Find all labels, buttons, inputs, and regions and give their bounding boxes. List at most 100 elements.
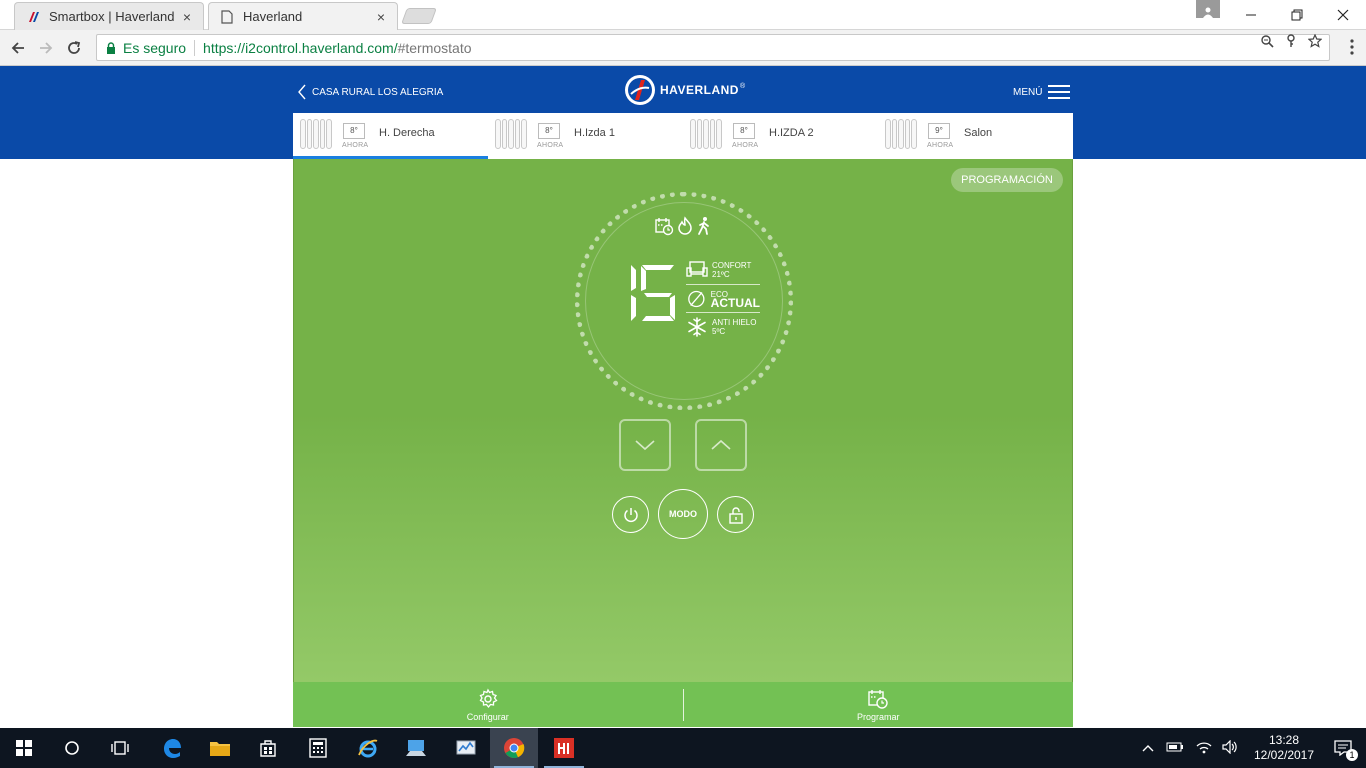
taskbar-clock[interactable]: 13:28 12/02/2017: [1248, 733, 1320, 763]
power-icon: [623, 507, 638, 522]
gear-icon: [479, 688, 498, 708]
wifi-icon[interactable]: [1196, 740, 1212, 757]
device-now-label: AHORA: [927, 142, 954, 149]
chevron-up-icon: [711, 439, 731, 450]
back-arrow-icon[interactable]: [6, 36, 30, 60]
tab-close-icon[interactable]: ×: [373, 9, 389, 25]
flame-icon: [678, 216, 692, 235]
restore-icon[interactable]: [1274, 0, 1320, 30]
antihielo-label: ANTI HIELO: [712, 317, 757, 327]
window-controls: [1228, 0, 1366, 30]
action-center-button[interactable]: 1: [1320, 728, 1366, 768]
browser-tab-haverland[interactable]: Haverland ×: [208, 2, 398, 30]
sofa-icon: [686, 261, 708, 277]
mode-eco[interactable]: ECO ACTUAL: [686, 284, 760, 312]
radiator-icon: [885, 119, 917, 149]
device-tab-h-derecha[interactable]: 8° AHORA H. Derecha: [293, 113, 488, 159]
mode-button-label: MODO: [669, 509, 697, 519]
mode-confort[interactable]: CONFORT 21ºC: [686, 256, 760, 284]
haverland-logo[interactable]: HAVERLAND ®: [624, 74, 745, 106]
clock-date: 12/02/2017: [1253, 748, 1315, 762]
browser-tab-smartbox[interactable]: Smartbox | Haverland ×: [14, 2, 204, 30]
profile-user-icon[interactable]: [1196, 0, 1220, 18]
remote-desktop-icon[interactable]: [392, 728, 440, 768]
lock-button[interactable]: [717, 496, 754, 533]
program-button[interactable]: Programar: [684, 682, 1074, 727]
configure-label: Configurar: [466, 711, 509, 722]
brand-name: HAVERLAND: [660, 83, 739, 97]
secure-label: Es seguro: [123, 39, 187, 56]
programming-button[interactable]: PROGRAMACIÓN: [951, 168, 1063, 192]
show-hidden-icons-chevron-icon[interactable]: [1142, 741, 1154, 755]
radiator-icon: [495, 119, 527, 149]
brand-registered-mark: ®: [739, 82, 746, 90]
haverland-favicon-icon: [25, 9, 41, 25]
device-tab-salon[interactable]: 9° AHORA Salon: [878, 113, 1073, 159]
task-view-icon[interactable]: [96, 728, 144, 768]
device-now-label: AHORA: [537, 142, 564, 149]
temperature-up-button[interactable]: [695, 419, 747, 471]
temperature-down-button[interactable]: [619, 419, 671, 471]
forward-arrow-icon[interactable]: [34, 36, 58, 60]
mode-antihielo[interactable]: ANTI HIELO 5ºC: [686, 312, 760, 340]
calculator-icon[interactable]: [294, 728, 342, 768]
main-menu-button[interactable]: MENÚ: [1013, 85, 1071, 99]
internet-explorer-icon[interactable]: [344, 728, 392, 768]
device-tab-h-izda-1[interactable]: 8° AHORA H.Izda 1: [488, 113, 683, 159]
haverland-app-icon[interactable]: [540, 728, 588, 768]
address-bar[interactable]: Es seguro https://i2control.haverland.co…: [96, 34, 1330, 61]
tab-title: Haverland: [243, 9, 303, 24]
configure-button[interactable]: Configurar: [293, 682, 683, 727]
menu-label: MENÚ: [1013, 86, 1043, 98]
seven-segment-display: [631, 265, 675, 321]
store-icon[interactable]: [244, 728, 292, 768]
home-name: CASA RURAL LOS ALEGRIA: [312, 86, 444, 98]
zoom-icon[interactable]: [1260, 34, 1274, 51]
device-temperature: 9°: [928, 123, 950, 139]
search-circle-icon[interactable]: [48, 728, 96, 768]
system-tray: 13:28 12/02/2017 1: [1142, 728, 1366, 768]
notification-count-badge: 1: [1346, 749, 1358, 761]
url-host: https://i2control.haverland.com/: [203, 39, 398, 56]
browser-toolbar: Es seguro https://i2control.haverland.co…: [0, 30, 1366, 66]
temperature-display: [627, 262, 679, 329]
device-temperature: 8°: [343, 123, 365, 139]
volume-icon[interactable]: [1222, 739, 1238, 757]
start-button-icon[interactable]: [0, 728, 48, 768]
device-name: H. Derecha: [379, 127, 435, 139]
calendar-clock-icon: [655, 218, 674, 236]
tab-close-icon[interactable]: ×: [179, 9, 195, 25]
back-to-home-link[interactable]: CASA RURAL LOS ALEGRIA: [298, 84, 443, 100]
status-icons: [654, 216, 712, 236]
close-window-icon[interactable]: [1320, 0, 1366, 30]
battery-icon[interactable]: [1166, 741, 1184, 755]
key-icon[interactable]: [1284, 34, 1298, 51]
file-explorer-icon[interactable]: [196, 728, 244, 768]
unlock-icon: [728, 506, 743, 524]
edge-browser-icon[interactable]: [148, 728, 196, 768]
reload-icon[interactable]: [62, 36, 86, 60]
tabstrip-background: [0, 0, 1366, 30]
windows-taskbar: 13:28 12/02/2017 1: [0, 728, 1366, 768]
device-name: H.IZDA 2: [769, 127, 814, 139]
thermostat-footer: Configurar Programar: [293, 682, 1073, 727]
walking-person-icon: [698, 217, 709, 235]
mode-button[interactable]: MODO: [658, 489, 708, 539]
tab-title: Smartbox | Haverland: [49, 9, 175, 24]
confort-label: CONFORT: [712, 261, 752, 270]
snowflake-icon: [688, 316, 706, 337]
chrome-icon[interactable]: [490, 728, 538, 768]
minimize-icon[interactable]: [1228, 0, 1274, 30]
device-name: Salon: [964, 127, 993, 139]
device-now-label: AHORA: [732, 142, 759, 149]
bookmark-star-icon[interactable]: [1307, 33, 1323, 51]
device-temperature: 8°: [538, 123, 560, 139]
page-favicon-icon: [219, 9, 235, 25]
power-button[interactable]: [612, 496, 649, 533]
performance-monitor-icon[interactable]: [442, 728, 490, 768]
browser-menu-icon[interactable]: [1350, 39, 1354, 60]
clock-time: 13:28: [1268, 733, 1300, 747]
new-tab-button[interactable]: [401, 8, 437, 24]
device-tab-h-izda-2[interactable]: 8° AHORA H.IZDA 2: [683, 113, 878, 159]
mode-list: CONFORT 21ºC ECO ACTUAL ANTI HIELO 5ºC: [686, 256, 760, 340]
